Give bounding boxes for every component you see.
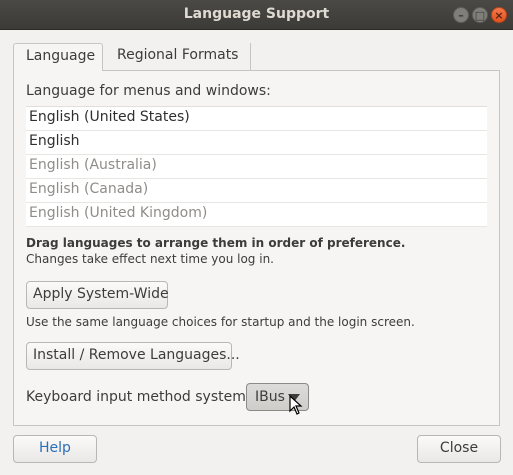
apply-hint: Use the same language choices for startu…: [26, 315, 415, 329]
list-item[interactable]: English (United States): [26, 107, 487, 131]
maximize-button[interactable]: □: [472, 7, 488, 23]
drag-hint: Drag languages to arrange them in order …: [26, 236, 406, 250]
keyboard-input-value: IBus: [255, 389, 285, 405]
close-window-button[interactable]: ×: [491, 7, 507, 23]
title-bar: Language Support – □ ×: [0, 0, 513, 30]
language-list: English (United States) English English …: [26, 106, 487, 227]
list-item[interactable]: English (Canada): [26, 179, 487, 203]
keyboard-input-label: Keyboard input method system:: [26, 389, 251, 405]
language-support-window: Language Support – □ × Language Regional…: [0, 0, 513, 475]
window-title: Language Support: [183, 6, 330, 22]
help-button[interactable]: Help: [13, 435, 97, 463]
list-item[interactable]: English (Australia): [26, 155, 487, 179]
tab-language[interactable]: Language: [13, 43, 103, 71]
list-item[interactable]: English: [26, 131, 487, 155]
list-item[interactable]: English (United Kingdom): [26, 203, 487, 227]
mouse-pointer-icon: [289, 395, 303, 415]
apply-system-wide-button[interactable]: Apply System-Wide: [26, 281, 169, 309]
change-hint: Changes take effect next time you log in…: [26, 252, 274, 266]
install-remove-languages-button[interactable]: Install / Remove Languages...: [26, 342, 240, 370]
close-button[interactable]: Close: [417, 435, 501, 463]
tab-regional-formats[interactable]: Regional Formats: [105, 43, 251, 70]
minimize-button[interactable]: –: [453, 7, 469, 23]
language-heading: Language for menus and windows:: [26, 83, 271, 99]
